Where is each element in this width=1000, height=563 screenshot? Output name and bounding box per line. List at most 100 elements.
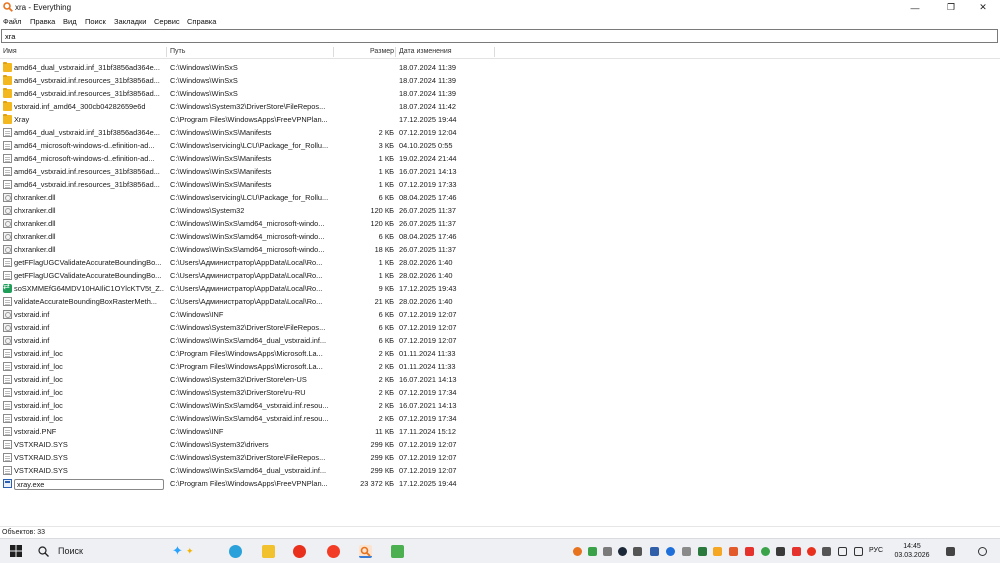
column-divider[interactable] xyxy=(166,47,167,57)
column-path-header[interactable]: Путь xyxy=(170,46,185,58)
menu-tools[interactable]: Сервис xyxy=(154,17,180,26)
file-name: amd64_microsoft-windows-d..efinition-ad.… xyxy=(14,154,155,163)
column-divider[interactable] xyxy=(333,47,334,57)
minimize-button[interactable]: — xyxy=(898,0,932,15)
maximize-button[interactable]: ❐ xyxy=(934,0,968,15)
steam-icon[interactable] xyxy=(618,547,627,556)
yandex-browser-icon[interactable] xyxy=(293,545,306,558)
table-row[interactable]: amd64_vstxraid.inf.resources_31bf3856ad.… xyxy=(0,165,1000,178)
window-title: xra - Everything xyxy=(15,3,72,12)
app-tray-icon[interactable] xyxy=(588,547,597,556)
file-path: C:\Users\Администратор\AppData\Local\Ro.… xyxy=(170,271,323,280)
minecraft-icon[interactable] xyxy=(391,545,404,558)
table-row[interactable]: vstxraid.inf_loc C:\Program Files\Windows… xyxy=(0,360,1000,373)
app-tray-icon[interactable] xyxy=(745,547,754,556)
close-button[interactable]: ✕ xyxy=(966,0,1000,15)
file-path: C:\Windows\WinSxS\Manifests xyxy=(170,128,272,137)
app-tray-icon[interactable] xyxy=(698,547,707,556)
bluetooth-icon[interactable] xyxy=(666,547,675,556)
column-size-header[interactable]: Размер xyxy=(370,46,394,58)
table-row[interactable]: getFFlagUGCValidateAccurateBoundingBo...… xyxy=(0,256,1000,269)
app-tray-icon[interactable] xyxy=(822,547,831,556)
app-tray-icon[interactable] xyxy=(946,547,955,556)
app-tray-icon[interactable] xyxy=(650,547,659,556)
menu-view[interactable]: Вид xyxy=(63,17,77,26)
app-tray-icon[interactable] xyxy=(713,547,722,556)
column-date-header[interactable]: Дата изменения xyxy=(399,46,452,58)
table-row[interactable]: vstxraid.PNF C:\Windows\INF 11 КБ 17.11.202… xyxy=(0,425,1000,438)
table-row[interactable]: validateAccurateBoundingBoxRasterMeth...… xyxy=(0,295,1000,308)
folder-icon xyxy=(3,62,12,72)
brave-icon[interactable] xyxy=(729,547,738,556)
file-path: C:\Windows\System32\DriverStore\en-US xyxy=(170,375,307,384)
table-row[interactable]: xray.exe C:\Program Files\WindowsApps\Fre… xyxy=(0,477,1000,490)
table-row[interactable]: vstxraid.inf_loc C:\Program Files\Windows… xyxy=(0,347,1000,360)
table-row[interactable]: soSXMMEfG64MDV10HAIliC1OYlcKTV5t_Z... C:\… xyxy=(0,282,1000,295)
menu-search[interactable]: Поиск xyxy=(85,17,106,26)
file-date: 17.12.2025 19:43 xyxy=(399,284,457,293)
file-date: 26.07.2025 11:37 xyxy=(399,245,456,254)
table-row[interactable]: Xray C:\Program Files\WindowsApps\FreeVPN… xyxy=(0,113,1000,126)
yandex-icon[interactable] xyxy=(327,545,340,558)
file-explorer-icon[interactable] xyxy=(262,545,275,558)
table-row[interactable]: chxranker.dll C:\Windows\WinSxS\amd64_mic… xyxy=(0,230,1000,243)
column-divider[interactable] xyxy=(494,47,495,57)
volume-icon[interactable] xyxy=(854,547,863,556)
column-divider[interactable] xyxy=(395,47,396,57)
table-row[interactable]: vstxraid.inf_amd64_300cb04282659e6d C:\Wi… xyxy=(0,100,1000,113)
app-tray-icon[interactable] xyxy=(603,547,612,556)
notification-icon[interactable] xyxy=(978,547,987,556)
document-icon xyxy=(3,180,12,189)
language-indicator[interactable]: РУС xyxy=(869,547,883,554)
app-tray-icon[interactable] xyxy=(776,547,785,556)
taskbar-search-box[interactable]: Поиск ✦ ✦ xyxy=(32,543,212,560)
everything-tray-icon[interactable] xyxy=(573,547,582,556)
app-tray-icon[interactable] xyxy=(761,547,770,556)
table-row[interactable]: VSTXRAID.SYS C:\Windows\WinSxS\amd64_dual… xyxy=(0,464,1000,477)
table-row[interactable]: amd64_dual_vstxraid.inf_31bf3856ad364e..… xyxy=(0,126,1000,139)
app-tray-icon[interactable] xyxy=(792,547,801,556)
table-row[interactable]: amd64_microsoft-windows-d..efinition-ad.… xyxy=(0,139,1000,152)
table-row[interactable]: chxranker.dll C:\Windows\System32 120 КБ 26… xyxy=(0,204,1000,217)
file-size: 299 КБ xyxy=(370,466,394,475)
app-tray-icon[interactable] xyxy=(682,547,691,556)
clock[interactable]: 14:45 03.03.2026 xyxy=(888,542,936,560)
menu-edit[interactable]: Правка xyxy=(30,17,55,26)
table-row[interactable]: getFFlagUGCValidateAccurateBoundingBo...… xyxy=(0,269,1000,282)
menu-file[interactable]: Файл xyxy=(3,17,21,26)
file-date: 17.12.2025 19:44 xyxy=(399,115,457,124)
yandex-tray-icon[interactable] xyxy=(807,547,816,556)
table-row[interactable]: vstxraid.inf_loc C:\Windows\WinSxS\amd64_… xyxy=(0,399,1000,412)
menu-help[interactable]: Справка xyxy=(187,17,216,26)
table-row[interactable]: vstxraid.inf_loc C:\Windows\System32\Driv… xyxy=(0,373,1000,386)
table-row[interactable]: amd64_vstxraid.inf.resources_31bf3856ad.… xyxy=(0,178,1000,191)
dll-icon xyxy=(3,323,12,332)
table-row[interactable]: vstxraid.inf_loc C:\Windows\System32\Driv… xyxy=(0,386,1000,399)
table-row[interactable]: vstxraid.inf C:\Windows\System32\DriverSt… xyxy=(0,321,1000,334)
table-row[interactable]: amd64_vstxraid.inf.resources_31bf3856ad.… xyxy=(0,87,1000,100)
everything-search-icon[interactable] xyxy=(359,545,372,558)
table-row[interactable]: chxranker.dll C:\Windows\WinSxS\amd64_mic… xyxy=(0,243,1000,256)
table-row[interactable]: vstxraid.inf C:\Windows\INF 6 КБ 07.12.2019… xyxy=(0,308,1000,321)
table-row[interactable]: chxranker.dll C:\Windows\servicing\LCU\Pa… xyxy=(0,191,1000,204)
table-row[interactable]: amd64_vstxraid.inf.resources_31bf3856ad.… xyxy=(0,74,1000,87)
table-row[interactable]: chxranker.dll C:\Windows\WinSxS\amd64_mic… xyxy=(0,217,1000,230)
table-row[interactable]: amd64_microsoft-windows-d..efinition-ad.… xyxy=(0,152,1000,165)
table-row[interactable]: vstxraid.inf_loc C:\Windows\WinSxS\amd64_… xyxy=(0,412,1000,425)
wifi-icon[interactable] xyxy=(838,547,847,556)
column-name-header[interactable]: Имя xyxy=(3,46,17,58)
document-icon xyxy=(3,375,12,384)
file-date: 28.02.2026 1:40 xyxy=(399,297,453,306)
table-row[interactable]: VSTXRAID.SYS C:\Windows\System32\DriverSt… xyxy=(0,451,1000,464)
file-date: 19.02.2024 21:44 xyxy=(399,154,457,163)
search-input[interactable]: xra xyxy=(1,29,998,43)
windows-start-icon[interactable] xyxy=(10,545,22,557)
telegram-icon[interactable] xyxy=(229,545,242,558)
dll-icon xyxy=(3,310,12,319)
table-row[interactable]: vstxraid.inf C:\Windows\WinSxS\amd64_dual… xyxy=(0,334,1000,347)
menu-bookmarks[interactable]: Закладки xyxy=(114,17,146,26)
table-row[interactable]: VSTXRAID.SYS C:\Windows\System32\drivers 2… xyxy=(0,438,1000,451)
app-tray-icon[interactable] xyxy=(633,547,642,556)
file-path: C:\Windows\WinSxS\amd64_dual_vstxraid.in… xyxy=(170,466,327,475)
table-row[interactable]: amd64_dual_vstxraid.inf_31bf3856ad364e..… xyxy=(0,61,1000,74)
